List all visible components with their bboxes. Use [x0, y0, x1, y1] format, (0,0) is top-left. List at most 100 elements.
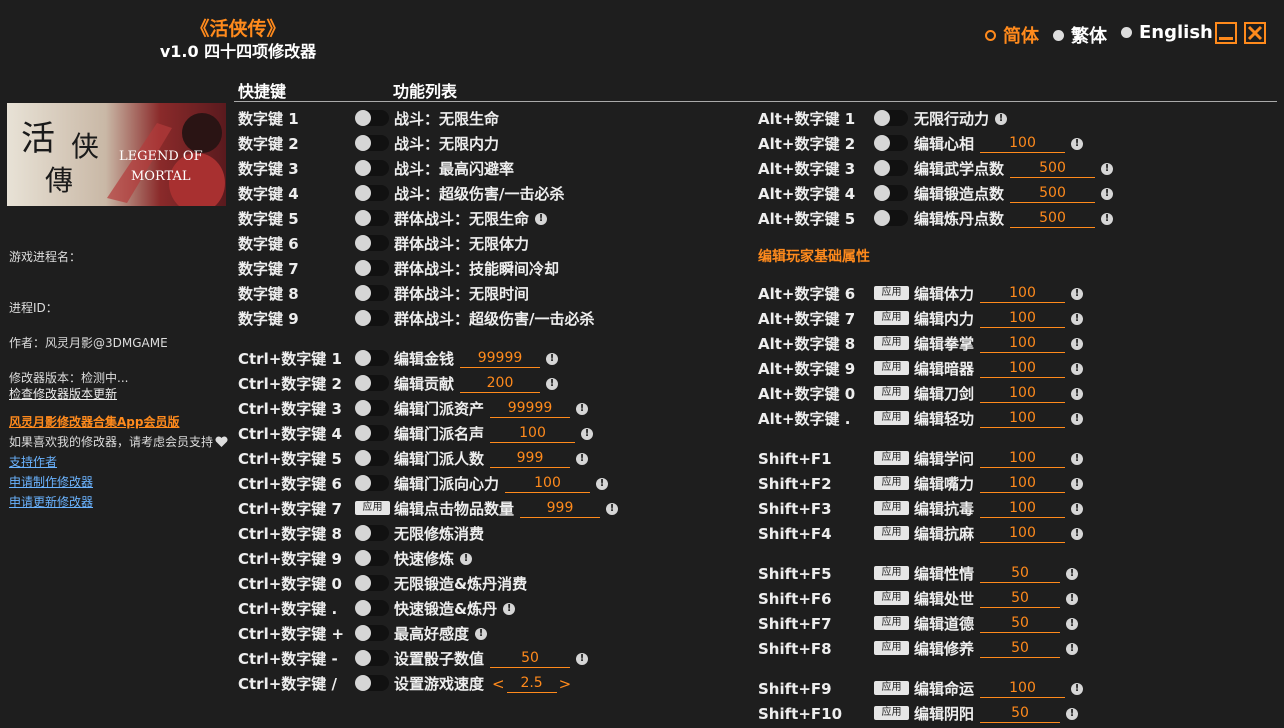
close-button[interactable]: [1244, 22, 1266, 44]
apply-button[interactable]: 应用: [874, 616, 909, 630]
minimize-button[interactable]: [1215, 22, 1237, 44]
toggle-switch[interactable]: [355, 160, 389, 176]
value-input[interactable]: 100: [980, 285, 1066, 303]
value-input[interactable]: 500: [1010, 185, 1096, 203]
value-input[interactable]: 50: [980, 705, 1061, 723]
info-icon[interactable]: !: [1066, 592, 1079, 605]
value-input[interactable]: 100: [980, 450, 1066, 468]
value-input[interactable]: 500: [1010, 210, 1096, 228]
toggle-switch[interactable]: [355, 210, 389, 226]
apply-button[interactable]: 应用: [874, 526, 909, 540]
value-input[interactable]: 100: [980, 335, 1066, 353]
apply-button[interactable]: 应用: [874, 336, 909, 350]
lang-option-traditional[interactable]: 繁体: [1053, 22, 1107, 48]
request-trainer-link[interactable]: 申请制作修改器: [9, 473, 93, 490]
info-icon[interactable]: !: [1071, 387, 1084, 400]
apply-button[interactable]: 应用: [874, 591, 909, 605]
apply-button[interactable]: 应用: [874, 641, 909, 655]
toggle-switch[interactable]: [874, 185, 908, 201]
value-input[interactable]: 50: [490, 650, 571, 668]
toggle-switch[interactable]: [355, 235, 389, 251]
info-icon[interactable]: !: [503, 602, 516, 615]
support-author-link[interactable]: 支持作者: [9, 453, 57, 470]
info-icon[interactable]: !: [1071, 682, 1084, 695]
toggle-switch[interactable]: [355, 400, 389, 416]
value-input[interactable]: 2.5: [506, 675, 557, 693]
toggle-switch[interactable]: [355, 625, 389, 641]
info-icon[interactable]: !: [546, 377, 559, 390]
value-input[interactable]: 100: [980, 135, 1066, 153]
info-icon[interactable]: !: [1071, 527, 1084, 540]
apply-button[interactable]: 应用: [355, 501, 390, 515]
apply-button[interactable]: 应用: [874, 361, 909, 375]
value-input[interactable]: 99999: [490, 400, 571, 418]
info-icon[interactable]: !: [1071, 412, 1084, 425]
info-icon[interactable]: !: [1066, 617, 1079, 630]
toggle-switch[interactable]: [355, 310, 389, 326]
info-icon[interactable]: !: [596, 477, 609, 490]
value-input[interactable]: 200: [460, 375, 541, 393]
info-icon[interactable]: !: [995, 112, 1008, 125]
toggle-switch[interactable]: [874, 210, 908, 226]
value-input[interactable]: 100: [980, 475, 1066, 493]
value-input[interactable]: 100: [980, 680, 1066, 698]
toggle-switch[interactable]: [355, 650, 389, 666]
info-icon[interactable]: !: [1071, 452, 1084, 465]
info-icon[interactable]: !: [1071, 137, 1084, 150]
info-icon[interactable]: !: [576, 652, 589, 665]
increase-arrow-icon[interactable]: >: [559, 675, 572, 693]
value-input[interactable]: 100: [980, 310, 1066, 328]
value-input[interactable]: 100: [505, 475, 591, 493]
info-icon[interactable]: !: [1071, 502, 1084, 515]
toggle-switch[interactable]: [355, 475, 389, 491]
toggle-switch[interactable]: [355, 575, 389, 591]
info-icon[interactable]: !: [546, 352, 559, 365]
info-icon[interactable]: !: [1066, 567, 1079, 580]
value-input[interactable]: 50: [980, 615, 1061, 633]
apply-button[interactable]: 应用: [874, 411, 909, 425]
info-icon[interactable]: !: [1101, 212, 1114, 225]
info-icon[interactable]: !: [460, 552, 473, 565]
info-icon[interactable]: !: [1071, 477, 1084, 490]
toggle-switch[interactable]: [355, 600, 389, 616]
info-icon[interactable]: !: [576, 452, 589, 465]
toggle-switch[interactable]: [355, 525, 389, 541]
info-icon[interactable]: !: [606, 502, 619, 515]
toggle-switch[interactable]: [355, 350, 389, 366]
apply-button[interactable]: 应用: [874, 681, 909, 695]
info-icon[interactable]: !: [475, 627, 488, 640]
toggle-switch[interactable]: [355, 375, 389, 391]
apply-button[interactable]: 应用: [874, 501, 909, 515]
value-input[interactable]: 100: [980, 500, 1066, 518]
app-promo-link[interactable]: 风灵月影修改器合集App会员版: [9, 413, 179, 430]
value-input[interactable]: 100: [980, 360, 1066, 378]
value-input[interactable]: 100: [980, 525, 1066, 543]
value-input[interactable]: 100: [980, 385, 1066, 403]
toggle-switch[interactable]: [355, 185, 389, 201]
info-icon[interactable]: !: [1066, 707, 1079, 720]
value-input[interactable]: 50: [980, 590, 1061, 608]
info-icon[interactable]: !: [581, 427, 594, 440]
lang-option-simplified[interactable]: 简体: [985, 22, 1039, 48]
apply-button[interactable]: 应用: [874, 476, 909, 490]
toggle-switch[interactable]: [355, 260, 389, 276]
toggle-switch[interactable]: [355, 675, 389, 691]
toggle-switch[interactable]: [355, 425, 389, 441]
info-icon[interactable]: !: [1101, 162, 1114, 175]
toggle-switch[interactable]: [874, 110, 908, 126]
value-input[interactable]: 99999: [460, 350, 541, 368]
apply-button[interactable]: 应用: [874, 311, 909, 325]
apply-button[interactable]: 应用: [874, 566, 909, 580]
toggle-switch[interactable]: [355, 110, 389, 126]
info-icon[interactable]: !: [1071, 312, 1084, 325]
lang-option-english[interactable]: English: [1121, 22, 1213, 43]
info-icon[interactable]: !: [1066, 642, 1079, 655]
apply-button[interactable]: 应用: [874, 386, 909, 400]
info-icon[interactable]: !: [1071, 362, 1084, 375]
info-icon[interactable]: !: [1071, 287, 1084, 300]
info-icon[interactable]: !: [535, 212, 548, 225]
info-icon[interactable]: !: [1101, 187, 1114, 200]
value-input[interactable]: 50: [980, 565, 1061, 583]
apply-button[interactable]: 应用: [874, 706, 909, 720]
apply-button[interactable]: 应用: [874, 451, 909, 465]
